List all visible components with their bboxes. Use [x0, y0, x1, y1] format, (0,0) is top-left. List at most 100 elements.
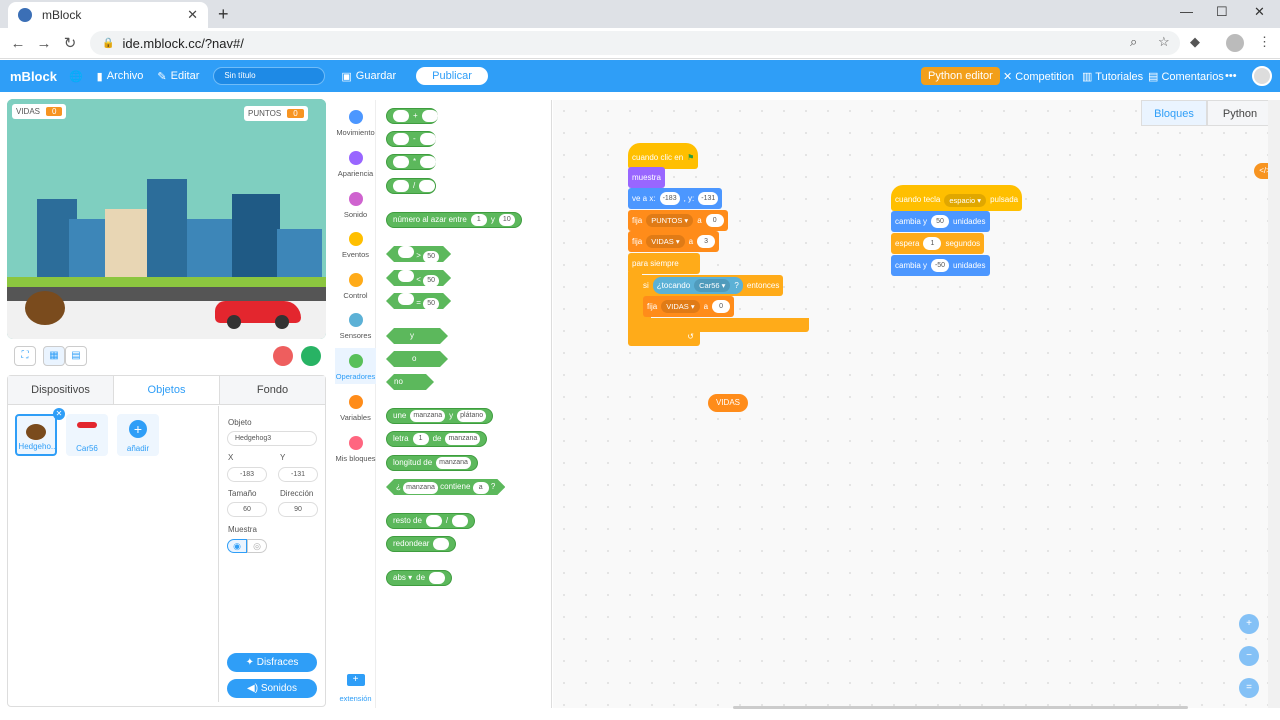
car-sprite[interactable] [215, 301, 301, 329]
show-block[interactable]: muestra [628, 167, 665, 188]
horizontal-scrollbar[interactable] [733, 706, 1188, 709]
block-join[interactable]: une manzana y plátano [386, 408, 494, 424]
variable-dropdown[interactable]: VIDAS ▾ [661, 300, 700, 313]
direction-input[interactable]: 90 [278, 502, 318, 517]
category-mis-bloques[interactable]: Mis bloques [335, 436, 376, 463]
hide-eye-icon[interactable]: ◎ [247, 539, 267, 553]
change-y-block[interactable]: cambia y 50 unidades [891, 211, 990, 232]
x-input[interactable]: -183 [227, 467, 267, 482]
object-dropdown[interactable]: Car56 ▾ [694, 279, 731, 292]
category-movimiento[interactable]: Movimiento [335, 110, 376, 137]
delete-sprite-icon[interactable]: ✕ [53, 408, 65, 420]
block-and[interactable]: y [386, 328, 448, 344]
if-then-block[interactable]: si ¿tocando Car56 ▾? entonces [639, 275, 784, 296]
slot[interactable]: 1 [923, 237, 942, 250]
tab-python[interactable]: Python [1207, 100, 1273, 126]
block-random[interactable]: número al azar entre 1 y 10 [386, 212, 522, 228]
reload-icon[interactable]: ↻ [57, 34, 83, 52]
forever-block[interactable]: para siempre [628, 253, 700, 274]
profile-avatar[interactable] [1226, 34, 1244, 52]
publish-button[interactable]: Publicar [416, 67, 488, 85]
zoom-reset-icon[interactable]: = [1239, 678, 1259, 698]
slot[interactable]: -131 [698, 192, 719, 205]
slot[interactable]: 0 [712, 300, 731, 313]
category-sonido[interactable]: Sonido [335, 192, 376, 219]
category-apariencia[interactable]: Apariencia [335, 151, 376, 178]
new-tab-icon[interactable]: + [218, 4, 229, 25]
script-workspace[interactable]: Bloques Python </> cuando clic en ⚑ muest… [553, 100, 1276, 708]
globe-icon[interactable]: 🌐 [69, 70, 83, 83]
stop-button[interactable] [273, 346, 293, 366]
y-input[interactable]: -131 [278, 467, 318, 482]
vidas-reporter-block[interactable]: VIDAS [708, 394, 749, 412]
slot[interactable]: 50 [931, 215, 950, 228]
block-not[interactable]: no [386, 374, 434, 390]
add-sprite-button[interactable]: + añadir [117, 414, 159, 456]
zoom-in-icon[interactable]: + [1239, 614, 1259, 634]
set-variable-block[interactable]: fija VIDAS ▾ a 0 [643, 296, 735, 317]
category-operadores[interactable]: Operadores [335, 348, 376, 384]
object-name-input[interactable]: Hedgehog3 [227, 431, 317, 446]
forward-icon[interactable]: → [31, 35, 57, 52]
back-icon[interactable]: ← [5, 35, 31, 52]
slot[interactable]: 0 [705, 214, 724, 227]
tutorials-link[interactable]: ▥ Tutoriales [1082, 70, 1143, 83]
vertical-scrollbar[interactable] [1268, 100, 1280, 708]
large-stage-icon[interactable]: ▤ [65, 346, 87, 366]
block-multiply[interactable]: * [386, 154, 437, 170]
costumes-button[interactable]: ✦ Disfraces [227, 653, 317, 672]
category-control[interactable]: Control [335, 273, 376, 300]
wait-block[interactable]: espera 1 segundos [891, 233, 985, 254]
slot[interactable]: -183 [659, 192, 680, 205]
key-dropdown[interactable]: espacio ▾ [944, 193, 987, 207]
block-length-of[interactable]: longitud de manzana [386, 455, 478, 471]
when-key-pressed-block[interactable]: cuando tecla espacio ▾ pulsada [891, 185, 1023, 211]
tab-dispositivos[interactable]: Dispositivos [8, 376, 113, 404]
slot[interactable]: -50 [931, 259, 950, 272]
browser-menu-icon[interactable]: ⋮ [1258, 34, 1271, 50]
category-variables[interactable]: Variables [335, 395, 376, 422]
size-input[interactable]: 60 [227, 502, 267, 517]
zoom-out-icon[interactable]: − [1239, 646, 1259, 666]
show-visible-eye-icon[interactable]: ◉ [227, 539, 247, 553]
edit-menu[interactable]: ✎ Editar [157, 70, 199, 83]
minimize-icon[interactable]: — [1180, 4, 1193, 19]
slot[interactable]: 3 [697, 235, 716, 248]
tab-objetos[interactable]: Objetos [113, 376, 220, 404]
block-divide[interactable]: / [386, 178, 436, 194]
block-abs[interactable]: abs ▾ de [386, 570, 453, 586]
close-window-icon[interactable]: ✕ [1254, 4, 1265, 20]
comments-link[interactable]: ▤ Comentarios [1148, 70, 1224, 83]
maximize-icon[interactable]: ☐ [1216, 4, 1228, 20]
block-greater-than[interactable]: > 50 [386, 246, 451, 262]
block-equals[interactable]: = 50 [386, 293, 451, 309]
block-letter-of[interactable]: letra 1 de manzana [386, 431, 488, 447]
more-menu-icon[interactable]: ••• [1225, 70, 1237, 82]
green-flag-button[interactable] [301, 346, 321, 366]
hedgehog-sprite[interactable] [25, 291, 65, 325]
category-eventos[interactable]: Eventos [335, 232, 376, 259]
variable-dropdown[interactable]: VIDAS ▾ [646, 235, 685, 248]
block-add[interactable]: + [386, 108, 438, 124]
close-tab-icon[interactable]: ✕ [187, 7, 198, 23]
small-stage-icon[interactable]: ▦ [43, 346, 65, 366]
file-menu[interactable]: ▮ Archivo [97, 70, 144, 83]
category-sensores[interactable]: Sensores [335, 313, 376, 340]
competition-link[interactable]: ✕ Competition [1003, 70, 1074, 83]
set-variable-block[interactable]: fija VIDAS ▾ a 3 [628, 231, 720, 252]
bookmark-star-icon[interactable]: ☆ [1158, 34, 1170, 50]
extension-icon[interactable]: ◆ [1190, 34, 1200, 50]
zoom-icon[interactable]: ⌕ [1130, 34, 1137, 50]
browser-tab[interactable]: mBlock ✕ [8, 2, 208, 28]
user-avatar[interactable] [1252, 66, 1272, 86]
tab-bloques[interactable]: Bloques [1141, 100, 1207, 126]
fullscreen-icon[interactable]: ⛶ [14, 346, 36, 366]
set-variable-block[interactable]: fija PUNTOS ▾ a 0 [628, 210, 728, 231]
block-or[interactable]: o [386, 351, 448, 367]
block-less-than[interactable]: < 50 [386, 270, 451, 286]
block-contains[interactable]: ¿ manzana contiene a ? [386, 479, 505, 495]
block-subtract[interactable]: - [386, 131, 436, 147]
address-bar[interactable]: 🔒 ide.mblock.cc/?nav#/ [90, 31, 1180, 55]
change-y-block[interactable]: cambia y -50 unidades [891, 255, 990, 276]
tab-fondo[interactable]: Fondo [220, 376, 325, 404]
